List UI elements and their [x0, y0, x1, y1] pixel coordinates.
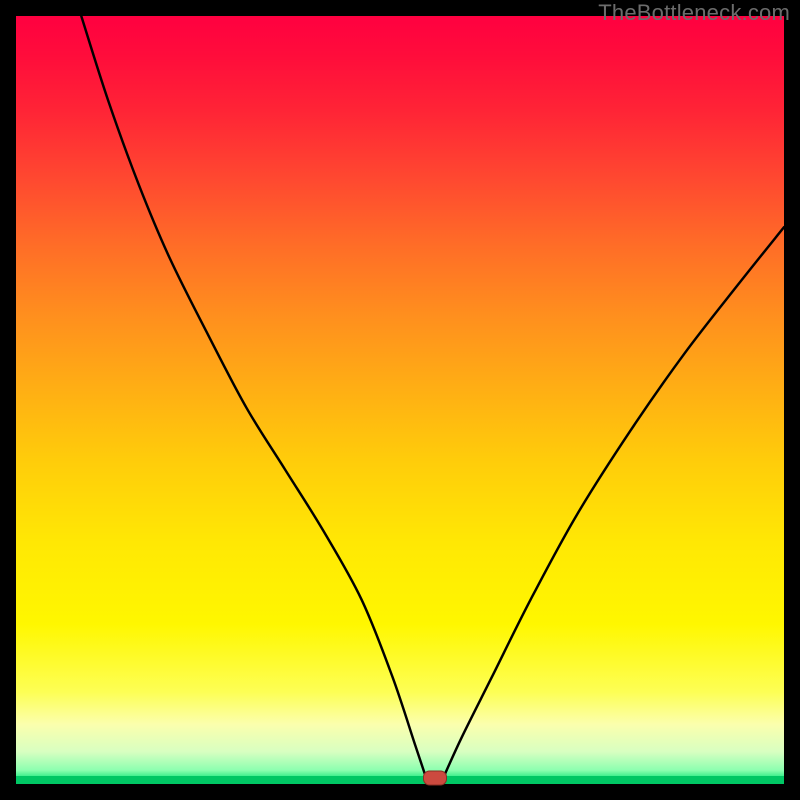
attribution-text: TheBottleneck.com: [598, 0, 790, 26]
optimum-marker: [423, 770, 447, 785]
chart-area: [16, 16, 784, 784]
bottleneck-curve: [16, 16, 784, 784]
